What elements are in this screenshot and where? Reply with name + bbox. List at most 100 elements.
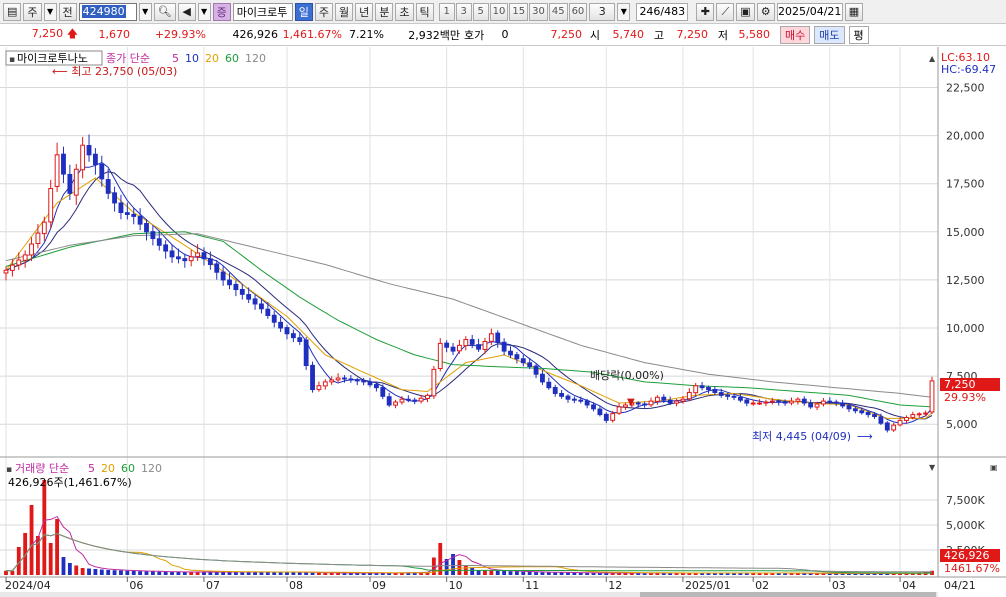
high-price: 7,250 bbox=[676, 28, 709, 41]
candle-body-55 bbox=[354, 379, 360, 382]
candle-body-132 bbox=[846, 405, 852, 410]
volume-axis: 7,500K5,000K2,500K bbox=[946, 494, 985, 557]
dividend-annotation: 배당락(0.00%) bbox=[590, 369, 664, 382]
avg-button[interactable]: 평 bbox=[848, 25, 869, 44]
speaker-icon[interactable]: ◀ bbox=[177, 2, 196, 21]
candle-body-96 bbox=[616, 406, 622, 414]
code-dropdown-icon[interactable]: ▼ bbox=[138, 2, 152, 21]
scroll-up-icon[interactable]: ▲ bbox=[929, 54, 936, 63]
category-badge[interactable]: 증 bbox=[212, 2, 231, 21]
candle-body-39 bbox=[252, 298, 258, 305]
candle-body-27 bbox=[176, 256, 181, 260]
chart-menu-icon[interactable]: ▤ bbox=[3, 2, 22, 21]
scroll-down-icon[interactable]: ▼ bbox=[929, 463, 936, 472]
candle-body-136 bbox=[872, 414, 877, 418]
period-button-1[interactable]: 주 bbox=[314, 2, 333, 21]
volume-ma-period-20[interactable]: 20 bbox=[101, 462, 115, 475]
candle-body-54 bbox=[348, 378, 354, 381]
ma-period-5[interactable]: 5 bbox=[172, 52, 179, 65]
candle-body-18 bbox=[118, 202, 124, 214]
candle-body-49 bbox=[316, 385, 322, 390]
time-tick-9: 02 bbox=[755, 579, 769, 592]
volume-bar-80 bbox=[514, 571, 519, 575]
candle-body-137 bbox=[878, 416, 884, 424]
market-select[interactable]: 주 bbox=[23, 2, 42, 21]
interval-button-60[interactable]: 60 bbox=[568, 2, 588, 21]
panel-maximize-icon[interactable]: ▣ bbox=[990, 463, 998, 472]
draw-line-icon[interactable]: ⟋ bbox=[716, 2, 735, 21]
candle-body-91 bbox=[584, 400, 590, 406]
ma-period-120[interactable]: 120 bbox=[245, 52, 266, 65]
volume-ma-period-60[interactable]: 60 bbox=[121, 462, 135, 475]
period-button-4[interactable]: 분 bbox=[375, 2, 394, 21]
save-icon[interactable]: ▣ bbox=[736, 2, 755, 21]
interval-button-10[interactable]: 10 bbox=[489, 2, 509, 21]
stock-chart[interactable]: 22,500 20,000 17,500 15,000 12,500 10,000 7,50… bbox=[0, 47, 1006, 597]
interval-button-1[interactable]: 1 bbox=[438, 2, 455, 21]
search-icon[interactable]: 🔍︎ bbox=[153, 2, 176, 21]
low-annotation: 최저 4,445 (04/09) bbox=[752, 430, 851, 443]
volume-bar-0 bbox=[4, 570, 8, 575]
candle-body-104 bbox=[667, 399, 673, 404]
speaker-dropdown-icon[interactable]: ▼ bbox=[197, 2, 211, 21]
interval-dropdown-icon[interactable]: ▼ bbox=[617, 2, 631, 21]
candle-body-102 bbox=[654, 396, 660, 402]
interval-button-15[interactable]: 15 bbox=[509, 2, 529, 21]
volume-title[interactable]: 거래량 단순 bbox=[15, 462, 69, 475]
chart-background bbox=[0, 47, 1006, 597]
volume-bar-22 bbox=[144, 571, 149, 575]
date-field[interactable]: 2025/04/21 bbox=[776, 2, 843, 21]
calendar-icon[interactable]: ▦ bbox=[844, 2, 864, 21]
gear-icon[interactable]: ⚙ bbox=[756, 2, 775, 21]
candle-body-106 bbox=[680, 398, 686, 402]
candle-body-133 bbox=[852, 408, 858, 412]
interval-button-3[interactable]: 3 bbox=[455, 2, 472, 21]
volume-bar-71 bbox=[457, 560, 462, 575]
sell-button[interactable]: 매도 bbox=[814, 25, 845, 44]
candle-body-112 bbox=[718, 392, 724, 396]
buy-button[interactable]: 매수 bbox=[780, 25, 811, 44]
volume-bar-15 bbox=[99, 569, 104, 575]
period-button-3[interactable]: 년 bbox=[355, 2, 374, 21]
interval-button-30[interactable]: 30 bbox=[529, 2, 548, 21]
time-tick-0: 2024/04 bbox=[5, 579, 51, 592]
volume-bar-82 bbox=[527, 572, 532, 575]
volume-value: 426,926 bbox=[232, 28, 279, 41]
volume-bar-87 bbox=[559, 572, 564, 575]
candle-body-10 bbox=[67, 173, 73, 194]
period-select[interactable]: 전 bbox=[58, 2, 77, 21]
candle-body-16 bbox=[105, 179, 111, 194]
interval-button-45[interactable]: 45 bbox=[548, 2, 568, 21]
candle-body-13 bbox=[86, 145, 92, 156]
candle-body-25 bbox=[163, 244, 169, 252]
volume-ma-period-5[interactable]: 5 bbox=[88, 462, 95, 475]
price-tick-0: 22,500 bbox=[946, 81, 985, 94]
candle-body-51 bbox=[329, 379, 335, 383]
volume-ma-period-120[interactable]: 120 bbox=[141, 462, 162, 475]
candle-body-1 bbox=[9, 264, 15, 271]
ma-period-10[interactable]: 10 bbox=[185, 52, 199, 65]
scrollbar-thumb[interactable] bbox=[640, 592, 936, 597]
candle-body-20 bbox=[131, 213, 137, 217]
stock-code-input[interactable]: 424980 bbox=[78, 2, 137, 21]
time-tick-4: 09 bbox=[372, 579, 386, 592]
volume-bar-45 bbox=[291, 572, 296, 575]
period-button-5[interactable]: 초 bbox=[395, 2, 414, 21]
period-button-0[interactable]: 일 bbox=[294, 2, 313, 21]
interval-value[interactable]: 3 bbox=[589, 2, 616, 21]
crosshair-icon[interactable]: ✚ bbox=[696, 2, 715, 21]
ma-period-60[interactable]: 60 bbox=[225, 52, 239, 65]
time-tick-11: 04 bbox=[902, 579, 916, 592]
candle-body-48 bbox=[310, 364, 315, 391]
candle-body-15 bbox=[99, 163, 105, 180]
candle-body-92 bbox=[591, 404, 596, 410]
ma-period-20[interactable]: 20 bbox=[205, 52, 219, 65]
candle-body-99 bbox=[635, 402, 641, 405]
ma-label[interactable]: 종가 단순 bbox=[106, 52, 150, 65]
period-button-6[interactable]: 틱 bbox=[415, 2, 434, 21]
interval-button-5[interactable]: 5 bbox=[472, 2, 489, 21]
volume-tick-0: 7,500K bbox=[946, 494, 985, 507]
candle-body-77 bbox=[495, 332, 501, 343]
period-button-2[interactable]: 월 bbox=[335, 2, 354, 21]
chevron-down-icon[interactable]: ▼ bbox=[43, 2, 57, 21]
